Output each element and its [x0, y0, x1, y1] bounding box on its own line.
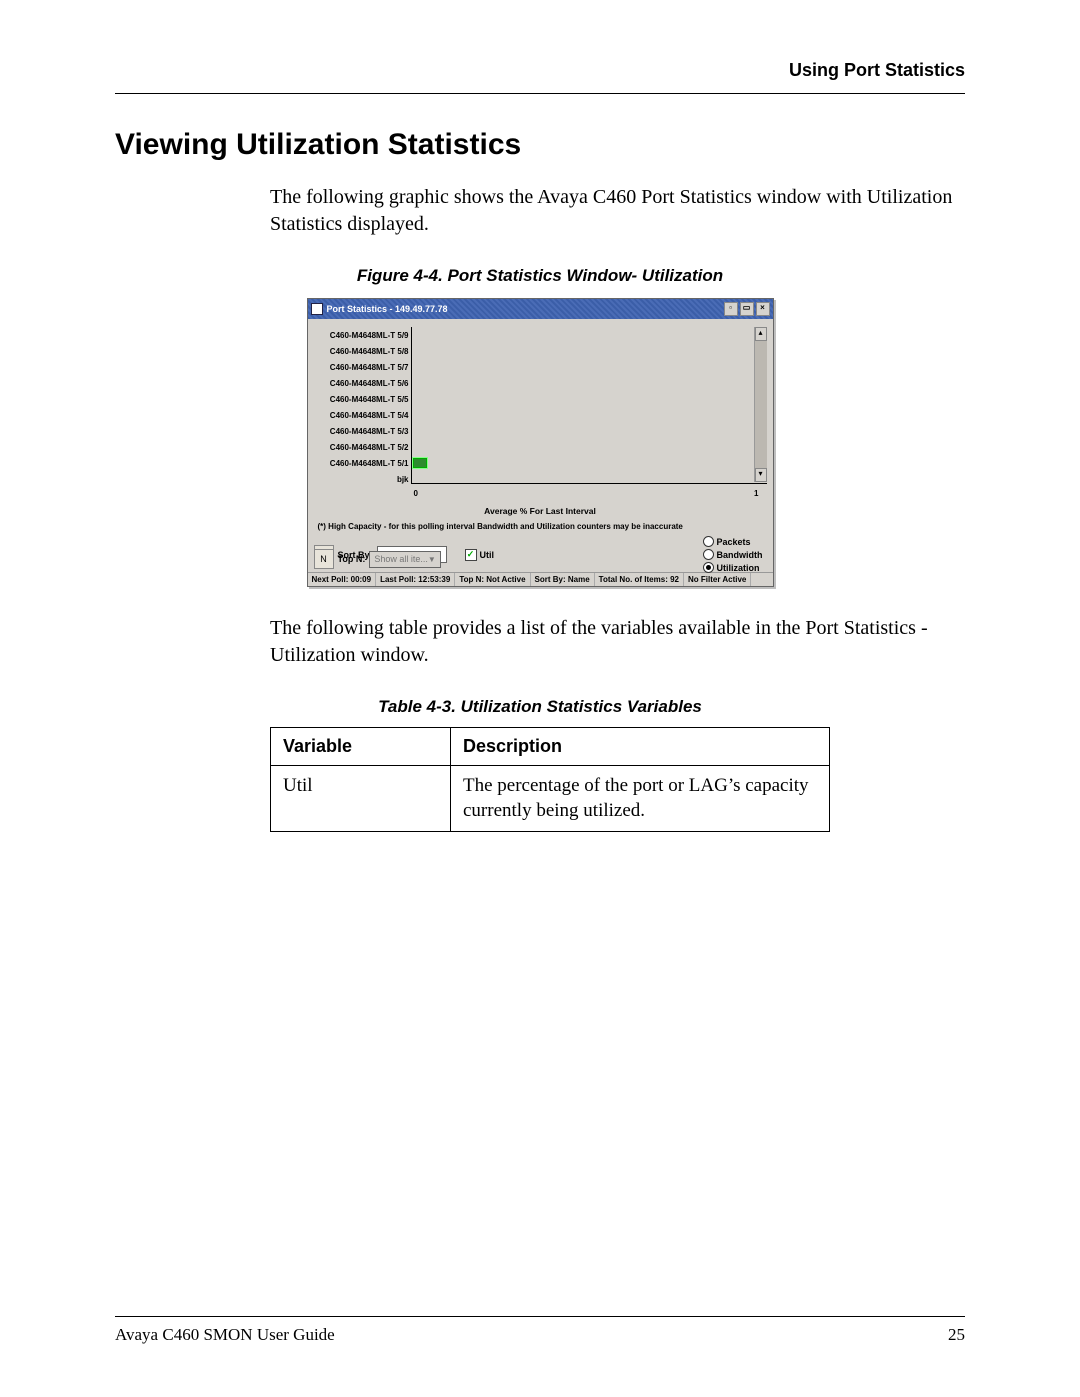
x-tick-min: 0: [414, 489, 418, 498]
chart-x-title: Average % For Last Interval: [314, 502, 767, 518]
table-caption: Table 4-3. Utilization Statistics Variab…: [115, 697, 965, 717]
chart-bar: [412, 457, 428, 469]
window-close-icon[interactable]: ×: [756, 302, 770, 316]
status-total-items: Total No. of Items: 92: [595, 573, 684, 586]
radio-bandwidth[interactable]: Bandwidth: [703, 549, 763, 560]
status-filter: No Filter Active: [684, 573, 751, 586]
radio-utilization-label: Utilization: [717, 563, 760, 573]
y-label: C460-M4648ML-T 5/2: [330, 443, 409, 452]
footer-page-number: 25: [948, 1325, 965, 1345]
y-label: C460-M4648ML-T 5/9: [330, 331, 409, 340]
radio-utilization[interactable]: Utilization: [703, 562, 763, 573]
chart-x-ticks: 0 1: [414, 489, 759, 498]
y-label: C460-M4648ML-T 5/6: [330, 379, 409, 388]
y-label: C460-M4648ML-T 5/3: [330, 427, 409, 436]
status-last-poll: Last Poll: 12:53:39: [376, 573, 455, 586]
window-max-icon[interactable]: ▭: [740, 302, 754, 316]
top-n-label: Top N:: [338, 554, 366, 564]
vertical-scrollbar[interactable]: ▴ ▾: [754, 327, 767, 482]
chart-plot-box: [411, 327, 767, 484]
table-cell-variable: Util: [271, 766, 451, 832]
high-capacity-note: (*) High Capacity - for this polling int…: [308, 518, 773, 533]
intro-paragraph-2: The following table provides a list of t…: [270, 615, 965, 669]
figure-wrap: Port Statistics - 149.49.77.78 ▫ ▭ × C46…: [115, 298, 965, 587]
top-n-icon[interactable]: N: [314, 549, 334, 569]
y-label: C460-M4648ML-T 5/5: [330, 395, 409, 404]
y-label: C460-M4648ML-T 5/8: [330, 347, 409, 356]
util-checkbox-label: Util: [480, 550, 495, 560]
chart-y-labels: C460-M4648ML-T 5/9 C460-M4648ML-T 5/8 C4…: [314, 327, 411, 502]
window-title: Port Statistics - 149.49.77.78: [327, 304, 448, 314]
scroll-up-icon[interactable]: ▴: [755, 327, 767, 341]
radio-icon: [703, 536, 714, 547]
page: Using Port Statistics Viewing Utilizatio…: [0, 0, 1080, 1397]
table-cell-description: The percentage of the port or LAG’s capa…: [451, 766, 830, 832]
scroll-down-icon[interactable]: ▾: [755, 468, 767, 482]
intro-paragraph-1: The following graphic shows the Avaya C4…: [270, 184, 965, 238]
utilization-variables-table: Variable Description Util The percentage…: [270, 727, 830, 832]
y-label: C460-M4648ML-T 5/4: [330, 411, 409, 420]
y-label: bjk: [397, 475, 409, 484]
status-top-n: Top N: Not Active: [455, 573, 530, 586]
radio-packets[interactable]: Packets: [703, 536, 763, 547]
footer-rule: [115, 1316, 965, 1317]
chevron-down-icon: ▼: [428, 555, 436, 564]
radio-bandwidth-label: Bandwidth: [717, 550, 763, 560]
window-min-icon[interactable]: ▫: [724, 302, 738, 316]
util-checkbox[interactable]: ✓ Util: [465, 549, 495, 561]
status-bar: Next Poll: 00:09 Last Poll: 12:53:39 Top…: [308, 572, 773, 586]
y-label: C460-M4648ML-T 5/1: [330, 459, 409, 468]
header-rule: [115, 93, 965, 94]
radio-packets-label: Packets: [717, 537, 751, 547]
radio-icon: [703, 562, 714, 573]
status-next-poll: Next Poll: 00:09: [308, 573, 377, 586]
chart-area: C460-M4648ML-T 5/9 C460-M4648ML-T 5/8 C4…: [308, 319, 773, 518]
table-header-variable: Variable: [271, 728, 451, 766]
running-head: Using Port Statistics: [115, 60, 965, 81]
figure-caption: Figure 4-4. Port Statistics Window- Util…: [115, 266, 965, 286]
checkbox-icon: ✓: [465, 549, 477, 561]
table-row: Util The percentage of the port or LAG’s…: [271, 766, 830, 832]
section-title: Viewing Utilization Statistics: [115, 128, 965, 162]
table-header-description: Description: [451, 728, 830, 766]
window-icon: [311, 303, 323, 315]
x-tick-max: 1: [754, 489, 758, 498]
table-header-row: Variable Description: [271, 728, 830, 766]
port-statistics-window: Port Statistics - 149.49.77.78 ▫ ▭ × C46…: [307, 298, 774, 587]
radio-icon: [703, 549, 714, 560]
y-label: C460-M4648ML-T 5/7: [330, 363, 409, 372]
top-n-value: Show all ite...: [374, 554, 428, 564]
window-titlebar[interactable]: Port Statistics - 149.49.77.78 ▫ ▭ ×: [308, 299, 773, 319]
page-footer: Avaya C460 SMON User Guide 25: [115, 1316, 965, 1345]
chart-plot: C460-M4648ML-T 5/9 C460-M4648ML-T 5/8 C4…: [314, 327, 767, 502]
mode-radio-group: Packets Bandwidth Utilization: [703, 536, 767, 573]
footer-guide-name: Avaya C460 SMON User Guide: [115, 1325, 335, 1345]
status-sort-by: Sort By: Name: [531, 573, 595, 586]
top-n-select[interactable]: Show all ite... ▼: [369, 551, 440, 568]
